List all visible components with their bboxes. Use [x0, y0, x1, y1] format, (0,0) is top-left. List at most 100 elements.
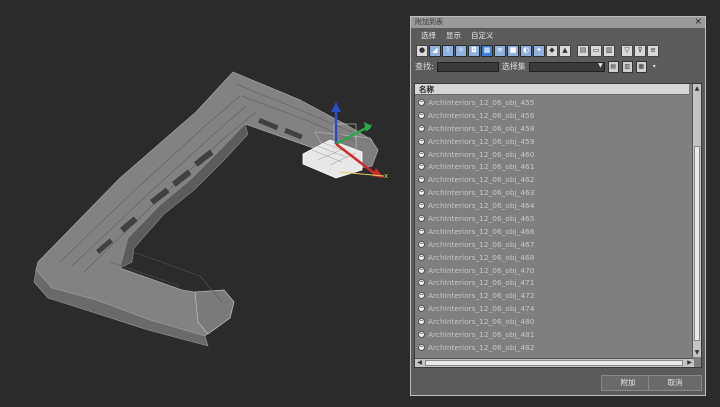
gizmo-axis-y-label: y	[368, 122, 372, 130]
menu-select[interactable]: 选择	[421, 30, 436, 41]
scroll-left-icon[interactable]: ◀	[415, 359, 424, 367]
filter-icon[interactable]: ▽	[621, 44, 633, 57]
object-name: ArchInteriors_12_06_obj_466	[428, 226, 535, 236]
all-types-icon[interactable]: ●	[416, 44, 428, 57]
list-item[interactable]: ArchInteriors_12_06_obj_466	[415, 225, 691, 238]
object-icon	[418, 227, 425, 235]
menu-bar: 选择 显示 自定义	[411, 28, 705, 42]
list-item[interactable]: ArchInteriors_12_06_obj_458	[415, 122, 691, 135]
list-item[interactable]: ArchInteriors_12_06_obj_482	[415, 341, 691, 354]
search-row: 查找: 选择集 ▼ ▤ ▥ ▦ ▾	[411, 59, 705, 74]
vertical-scroll-thumb[interactable]	[694, 146, 700, 341]
selection-set-edit-icon[interactable]: ▤	[607, 60, 619, 73]
scroll-right-icon[interactable]: ▶	[685, 359, 694, 367]
list-item[interactable]: ArchInteriors_12_06_obj_480	[415, 315, 691, 328]
list-item[interactable]: ArchInteriors_12_06_obj_456	[415, 109, 691, 122]
dialog-titlebar[interactable]: 附加到表 ×	[411, 17, 705, 28]
dialog-title: 附加到表	[415, 18, 443, 26]
selection-set-add-icon[interactable]: ▥	[621, 60, 633, 73]
helpers-filter-icon[interactable]: ▦	[481, 44, 493, 57]
menu-customize[interactable]: 自定义	[471, 30, 494, 41]
viewport-scene: y x	[33, 71, 388, 347]
bones-filter-icon[interactable]: ✦	[533, 44, 545, 57]
object-icon	[418, 189, 425, 197]
close-button[interactable]: ×	[694, 17, 702, 27]
object-icon	[418, 292, 425, 300]
object-icon	[418, 240, 425, 248]
object-icon	[418, 176, 425, 184]
object-icon	[418, 163, 425, 171]
list-item[interactable]: ArchInteriors_12_06_obj_460	[415, 148, 691, 161]
object-name: ArchInteriors_12_06_obj_467	[428, 239, 535, 249]
object-icon	[418, 111, 425, 119]
attach-button[interactable]: 附加	[601, 375, 655, 391]
select-all-icon[interactable]: ▤	[577, 44, 589, 57]
find-input[interactable]	[436, 61, 499, 72]
list-item[interactable]: ArchInteriors_12_06_obj_459	[415, 135, 691, 148]
find-label: 查找:	[415, 62, 434, 71]
object-list[interactable]: 名称 ArchInteriors_12_06_obj_455 ArchInteri…	[414, 83, 702, 368]
dialog-footer: 附加 取消	[411, 367, 705, 395]
spacewarps-filter-icon[interactable]: ≋	[494, 44, 506, 57]
list-item[interactable]: ArchInteriors_12_06_obj_464	[415, 199, 691, 212]
object-name: ArchInteriors_12_06_obj_472	[428, 291, 535, 301]
object-icon	[418, 98, 425, 106]
list-item[interactable]: ArchInteriors_12_06_obj_471	[415, 276, 691, 289]
select-none-icon[interactable]: ▭	[590, 44, 602, 57]
geometry-filter-icon[interactable]: ◢	[429, 44, 441, 57]
object-name: ArchInteriors_12_06_obj_480	[428, 317, 535, 327]
select-invert-icon[interactable]: ▥	[603, 44, 615, 57]
list-item[interactable]: ArchInteriors_12_06_obj_462	[415, 173, 691, 186]
toolbar-overflow-icon[interactable]: ▾	[653, 63, 656, 70]
chevron-down-icon: ▼	[598, 61, 603, 69]
object-name: ArchInteriors_12_06_obj_465	[428, 213, 535, 223]
object-name: ArchInteriors_12_06_obj_470	[428, 265, 535, 275]
list-item[interactable]: ArchInteriors_12_06_obj_474	[415, 302, 691, 315]
selection-set-remove-icon[interactable]: ▦	[635, 60, 647, 73]
groups-filter-icon[interactable]: ■	[507, 44, 519, 57]
object-icon	[418, 266, 425, 274]
filter-display-icon[interactable]: ⊽	[634, 44, 646, 57]
xrefs-filter-icon[interactable]: ◐	[520, 44, 532, 57]
cancel-button[interactable]: 取消	[648, 375, 702, 391]
vertical-scrollbar[interactable]: ▲ ▼	[692, 84, 701, 357]
list-item[interactable]: ArchInteriors_12_06_obj_472	[415, 289, 691, 302]
object-name: ArchInteriors_12_06_obj_474	[428, 304, 535, 314]
object-rows: ArchInteriors_12_06_obj_455 ArchInteriors…	[415, 96, 691, 354]
list-item[interactable]: ArchInteriors_12_06_obj_461	[415, 160, 691, 173]
object-icon	[418, 279, 425, 287]
list-options-icon[interactable]: ≡	[647, 44, 659, 57]
viewport[interactable]: y x	[0, 0, 408, 407]
object-icon	[418, 214, 425, 222]
horizontal-scrollbar[interactable]: ◀ ▶	[415, 358, 694, 367]
object-icon	[418, 343, 425, 351]
list-item[interactable]: ArchInteriors_12_06_obj_463	[415, 186, 691, 199]
menu-display[interactable]: 显示	[446, 30, 461, 41]
cameras-filter-icon[interactable]: ◘	[468, 44, 480, 57]
scroll-down-icon[interactable]: ▼	[693, 348, 701, 357]
name-column-header[interactable]: 名称	[415, 84, 689, 95]
object-name: ArchInteriors_12_06_obj_468	[428, 252, 535, 262]
scroll-up-icon[interactable]: ▲	[693, 84, 701, 93]
list-item[interactable]: ArchInteriors_12_06_obj_455	[415, 96, 691, 109]
list-item[interactable]: ArchInteriors_12_06_obj_465	[415, 212, 691, 225]
object-icon	[418, 330, 425, 338]
horizontal-scroll-thumb[interactable]	[425, 360, 683, 366]
object-name: ArchInteriors_12_06_obj_461	[428, 162, 535, 172]
object-icon	[418, 150, 425, 158]
list-item[interactable]: ArchInteriors_12_06_obj_470	[415, 264, 691, 277]
selection-set-dropdown[interactable]: ▼	[528, 61, 605, 72]
list-item[interactable]: ArchInteriors_12_06_obj_467	[415, 238, 691, 251]
object-name: ArchInteriors_12_06_obj_455	[428, 97, 535, 107]
frozen-filter-icon[interactable]: ▲	[559, 44, 571, 57]
lights-filter-icon[interactable]: ☼	[455, 44, 467, 57]
selection-set-label: 选择集	[501, 62, 526, 71]
containers-filter-icon[interactable]: ◆	[546, 44, 558, 57]
gizmo-axis-x-label: x	[384, 172, 388, 180]
object-name: ArchInteriors_12_06_obj_471	[428, 278, 535, 288]
object-icon	[418, 305, 425, 313]
list-item[interactable]: ArchInteriors_12_06_obj_468	[415, 251, 691, 264]
shapes-filter-icon[interactable]: ⌇	[442, 44, 454, 57]
list-item[interactable]: ArchInteriors_12_06_obj_481	[415, 328, 691, 341]
object-icon	[418, 137, 425, 145]
